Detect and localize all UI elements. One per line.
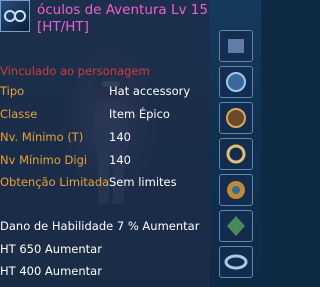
gem-icon[interactable]	[219, 210, 253, 242]
attribute-value: 140	[109, 153, 131, 167]
equipment-slot-icon[interactable]	[219, 30, 253, 62]
equipment-slot-column	[211, 0, 261, 287]
attribute-label: Obtenção Limitada	[0, 175, 110, 189]
ring-icon[interactable]	[219, 138, 253, 170]
bonus-line: Dano de Habilidade 7 % Aumentar	[0, 219, 200, 233]
bonus-line: HT 400 Aumentar	[0, 264, 102, 278]
attribute-value: 140	[109, 130, 131, 144]
bound-status: Vinculado ao personagem	[0, 64, 150, 78]
item-tooltip: óculos de Aventura Lv 15 [HT/HT] Vincula…	[0, 0, 210, 287]
medal-icon[interactable]	[219, 102, 253, 134]
bonus-line: HT 650 Aumentar	[0, 242, 102, 256]
compass-icon[interactable]	[219, 174, 253, 206]
item-icon	[0, 0, 30, 32]
attribute-value: Sem limites	[109, 175, 177, 189]
attribute-label: Classe	[0, 107, 38, 121]
attribute-label: Tipo	[0, 84, 25, 98]
attribute-label: Nv. Mínimo (T)	[0, 130, 84, 144]
attribute-value: Hat accessory	[109, 84, 191, 98]
bracelet-icon[interactable]	[219, 246, 253, 278]
attribute-value: Item Épico	[109, 107, 170, 121]
attribute-label: Nv Mínimo Digi	[0, 153, 88, 167]
round-accessory-icon[interactable]	[219, 66, 253, 98]
